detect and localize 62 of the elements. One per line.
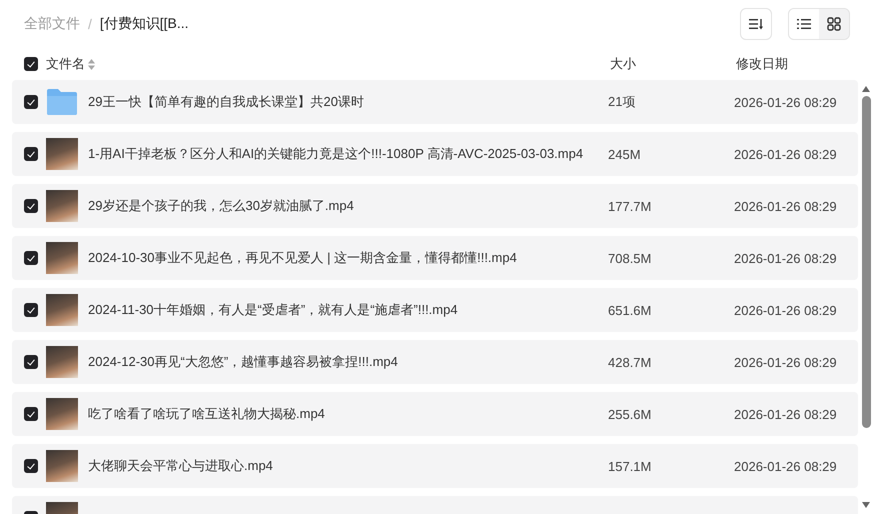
- breadcrumb-item: [付费知识[[B...: [100, 15, 189, 33]
- file-name[interactable]: 2024-10-30事业不见起色，再见不见爱人 | 这一期含金量，懂得都懂!!!.mp4: [88, 249, 608, 267]
- file-name[interactable]: 大佬聊天会平常心与进取心.mp4: [88, 457, 608, 475]
- file-size: 708.5M: [608, 250, 652, 266]
- file-size: 245M: [608, 146, 642, 162]
- video-thumbnail: [46, 242, 78, 274]
- modified-date: 2026-01-26 08:29: [734, 250, 838, 266]
- file-row[interactable]: 29王一快【简单有趣的自我成长课堂】共20课时 21项 2026-01-26 08:29: [12, 80, 858, 124]
- column-header[interactable]: 大小: [610, 56, 636, 71]
- checkbox[interactable]: [24, 459, 38, 473]
- video-thumbnail: [46, 138, 78, 170]
- file-row[interactable]: 1-用AI干掉老板？区分人和AI的关键能力竟是这个!!!-1080P 高清-AVC-2025-03-03.mp4 245M 2026-01-26 08:29: [12, 132, 858, 176]
- file-row[interactable]: 2024-10-30事业不见起色，再见不见爱人 | 这一期含金量，懂得都懂!!!.mp4 708.5M 2026-01-26 08:29: [12, 236, 858, 280]
- list-icon: [797, 18, 811, 30]
- file-row[interactable]: 吃了啥看了啥玩了啥互送礼物大揭秘.mp4 255.6M 2026-01-26 08:29: [12, 392, 858, 436]
- file-size: 177.7M: [608, 198, 652, 214]
- file-size: 428.7M: [608, 354, 652, 370]
- modified-date: 2026-01-26 08:29: [734, 458, 838, 474]
- column-header[interactable]: 修改日期: [736, 56, 788, 71]
- modified-date: 2026-01-26 08:29: [734, 302, 838, 318]
- modified-date: 2026-01-26 08:29: [734, 146, 838, 162]
- modified-date: 2026-01-26 08:29: [734, 94, 838, 110]
- file-name[interactable]: 2024-12-30再见“大忽悠”，越懂事越容易被拿捏!!!.mp4: [88, 353, 608, 371]
- video-thumbnail: [46, 294, 78, 326]
- modified-date: 2026-01-26 08:29: [734, 198, 838, 214]
- modified-date: 2026-01-26 08:29: [734, 406, 838, 422]
- scroll-up-icon[interactable]: [862, 86, 870, 92]
- file-name[interactable]: 29岁还是个孩子的我，怎么30岁就油腻了.mp4: [88, 197, 608, 215]
- scrollbar-thumb[interactable]: [862, 96, 870, 428]
- list-view-button[interactable]: [789, 9, 819, 39]
- file-size: 651.6M: [608, 302, 652, 318]
- video-thumbnail: [46, 346, 78, 378]
- file-name[interactable]: 吃了啥看了啥玩了啥互送礼物大揭秘.mp4: [88, 405, 608, 423]
- sort-icon: [749, 18, 763, 30]
- file-name[interactable]: 2024-11-30十年婚姻，有人是“受虐者”，就有人是“施虐者”!!!.mp4: [88, 301, 608, 319]
- video-thumbnail: [46, 450, 78, 482]
- file-row[interactable]: 29岁还是个孩子的我，怎么30岁就油腻了.mp4 177.7M 2026-01-26 08:29: [12, 184, 858, 228]
- checkbox[interactable]: [24, 407, 38, 421]
- file-size: 21项: [608, 93, 636, 111]
- checkbox[interactable]: [24, 147, 38, 161]
- file-name[interactable]: 29王一快【简单有趣的自我成长课堂】共20课时: [88, 93, 608, 111]
- grid-icon: [827, 17, 841, 31]
- checkbox[interactable]: [24, 95, 38, 109]
- scroll-down-icon[interactable]: [862, 502, 870, 508]
- file-size: 157.1M: [608, 458, 652, 474]
- file-size: 255.6M: [608, 406, 652, 422]
- file-name[interactable]: 1-用AI干掉老板？区分人和AI的关键能力竟是这个!!!-1080P 高清-AVC-2025-03-03.mp4: [88, 145, 608, 163]
- checkbox[interactable]: [24, 199, 38, 213]
- sort-button[interactable]: [740, 8, 772, 40]
- video-thumbnail: [46, 190, 78, 222]
- checkbox[interactable]: [24, 355, 38, 369]
- modified-date: 2026-01-26 08:29: [734, 354, 838, 370]
- folder-icon: [46, 88, 78, 116]
- column-header[interactable]: 文件名: [46, 55, 85, 73]
- breadcrumb-separator: /: [88, 16, 92, 32]
- file-row[interactable]: 2024-12-30再见“大忽悠”，越懂事越容易被拿捏!!!.mp4 428.7M 2026-01-26 08:29: [12, 340, 858, 384]
- checkbox[interactable]: [24, 57, 38, 71]
- checkbox[interactable]: [24, 303, 38, 317]
- file-row[interactable]: 2024-11-30十年婚姻，有人是“受虐者”，就有人是“施虐者”!!!.mp4 651.6M 2026-01-26 08:29: [12, 288, 858, 332]
- checkbox[interactable]: [24, 251, 38, 265]
- file-row[interactable]: 大佬聊天会平常心与进取心.mp4 157.1M 2026-01-26 08:29: [12, 444, 858, 488]
- video-thumbnail: [46, 398, 78, 430]
